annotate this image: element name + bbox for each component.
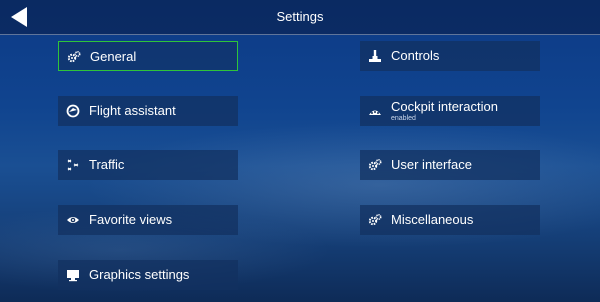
menu-item-status: enabled bbox=[391, 115, 416, 122]
menu-item-label: Flight assistant bbox=[89, 103, 176, 118]
menu-item-graphics-settings[interactable]: Graphics settings bbox=[58, 260, 238, 290]
menu-item-general[interactable]: General bbox=[58, 41, 238, 71]
page-title: Settings bbox=[276, 9, 324, 24]
cockpit-interaction-icon bbox=[368, 104, 382, 118]
menu-item-miscellaneous[interactable]: Miscellaneous bbox=[360, 205, 540, 235]
menu-item-label: Cockpit interaction bbox=[391, 99, 498, 114]
menu-item-label: General bbox=[90, 49, 137, 64]
menu-item-user-interface[interactable]: User interface bbox=[360, 150, 540, 180]
menu-item-label: Traffic bbox=[89, 157, 125, 172]
menu-item-traffic[interactable]: Traffic bbox=[58, 150, 238, 180]
top-bar: Settings bbox=[0, 0, 600, 35]
joystick-icon bbox=[368, 49, 382, 63]
gears-icon bbox=[368, 158, 382, 172]
menu-item-flight-assistant[interactable]: Flight assistant bbox=[58, 96, 238, 126]
menu-item-label: Controls bbox=[391, 48, 440, 63]
monitor-icon bbox=[66, 268, 80, 282]
menu-item-favorite-views[interactable]: Favorite views bbox=[58, 205, 238, 235]
menu-item-label: User interface bbox=[391, 157, 472, 172]
menu-item-label: Favorite views bbox=[89, 212, 173, 227]
menu-item-cockpit-interaction[interactable]: Cockpit interaction enabled bbox=[360, 96, 540, 126]
gears-icon bbox=[368, 213, 382, 227]
flight-assistant-icon bbox=[66, 104, 80, 118]
traffic-icon bbox=[66, 158, 80, 172]
menu-item-controls[interactable]: Controls bbox=[360, 41, 540, 71]
menu-item-label: Graphics settings bbox=[89, 267, 190, 282]
eye-icon bbox=[66, 213, 80, 227]
menu-item-label: Miscellaneous bbox=[391, 212, 474, 227]
gears-icon bbox=[67, 50, 81, 64]
